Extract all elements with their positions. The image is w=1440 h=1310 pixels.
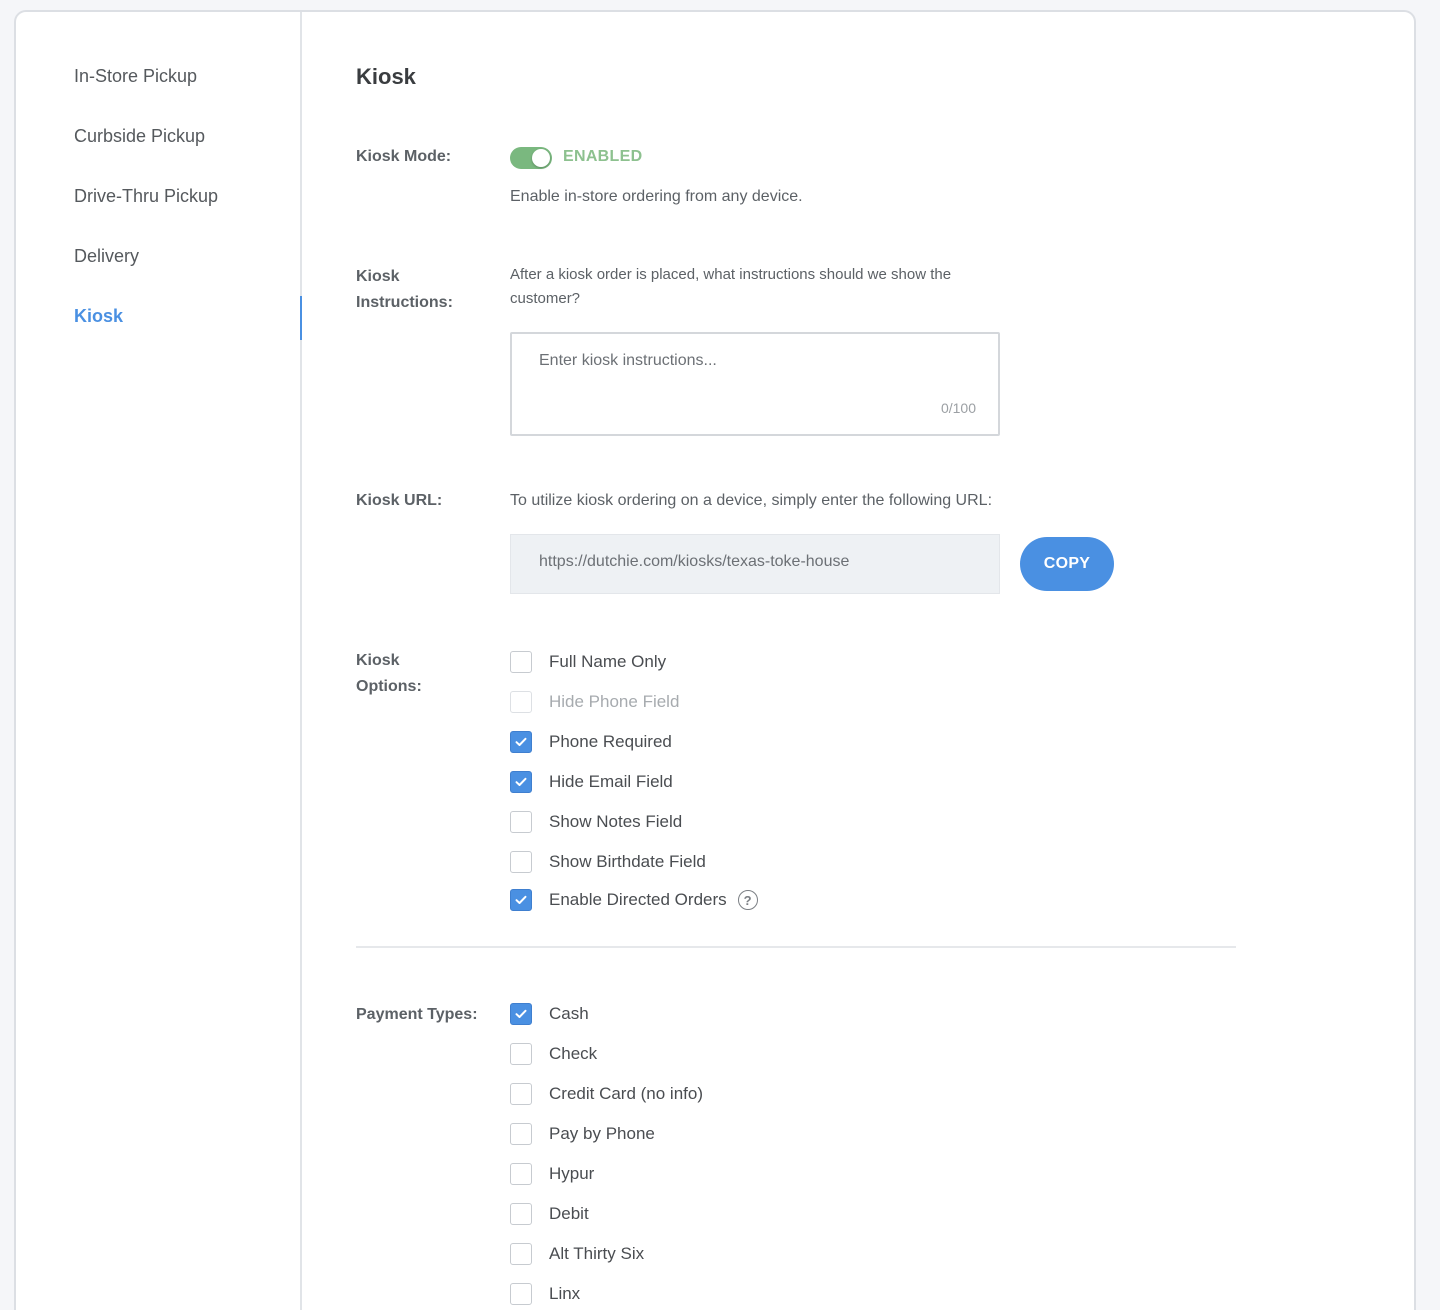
checkbox[interactable] — [510, 1203, 532, 1225]
checkbox[interactable] — [510, 811, 532, 833]
kiosk-instructions-label: Kiosk Instructions: — [356, 264, 453, 316]
kiosk-instructions-help: After a kiosk order is placed, what inst… — [510, 266, 952, 307]
kiosk-option-label: Show Birthdate Field — [549, 852, 706, 871]
toggle-knob — [532, 149, 550, 167]
kiosk-url-field[interactable] — [539, 553, 979, 571]
payment-type-check[interactable]: Check — [510, 1042, 597, 1066]
payment-type-label: Cash — [549, 1004, 589, 1023]
checkmark-icon — [515, 777, 527, 786]
kiosk-option-full-name-only[interactable]: Full Name Only — [510, 650, 666, 674]
kiosk-instructions-label-line2: Instructions: — [356, 294, 453, 311]
checkbox[interactable] — [510, 1043, 532, 1065]
payment-type-label: Pay by Phone — [549, 1124, 655, 1143]
kiosk-instructions-char-count: 0/100 — [940, 400, 976, 416]
sidebar-item-in-store-pickup[interactable]: In-Store Pickup — [74, 66, 197, 87]
kiosk-mode-description: Enable in-store ordering from any device… — [510, 188, 803, 205]
kiosk-option-label: Full Name Only — [549, 652, 667, 671]
kiosk-instructions-label-line1: Kiosk — [356, 268, 400, 285]
section-divider — [356, 946, 1236, 948]
checkbox[interactable] — [510, 851, 532, 873]
sidebar-item-delivery[interactable]: Delivery — [74, 246, 139, 267]
payment-type-alt-thirty-six[interactable]: Alt Thirty Six — [510, 1242, 644, 1266]
payment-type-debit[interactable]: Debit — [510, 1202, 589, 1226]
kiosk-option-label: Hide Phone Field — [549, 692, 680, 711]
checkbox[interactable] — [510, 1243, 532, 1265]
payment-type-credit-card[interactable]: Credit Card (no info) — [510, 1082, 703, 1106]
payment-type-label: Linx — [549, 1284, 581, 1303]
checkmark-icon — [515, 1009, 527, 1018]
payment-type-label: Hypur — [549, 1164, 595, 1183]
checkbox[interactable] — [510, 1283, 532, 1305]
kiosk-mode-toggle[interactable] — [510, 147, 552, 169]
kiosk-option-enable-directed-orders[interactable]: Enable Directed Orders ? — [510, 888, 758, 912]
kiosk-option-phone-required[interactable]: Phone Required — [510, 730, 672, 754]
question-mark-icon[interactable]: ? — [737, 890, 758, 910]
settings-sidebar: In-Store Pickup Curbside Pickup Drive-Th… — [16, 12, 302, 1310]
sidebar-item-kiosk[interactable]: Kiosk — [74, 306, 123, 327]
checkbox[interactable] — [510, 651, 532, 673]
kiosk-url-help: To utilize kiosk ordering on a device, s… — [510, 492, 993, 509]
kiosk-option-label: Enable Directed Orders — [549, 890, 727, 909]
payment-type-pay-by-phone[interactable]: Pay by Phone — [510, 1122, 655, 1146]
checkbox[interactable] — [510, 771, 532, 793]
kiosk-option-show-birthdate-field[interactable]: Show Birthdate Field — [510, 850, 706, 874]
main-content: Kiosk Kiosk Mode: ENABLED Enable in-stor… — [302, 12, 1414, 1310]
kiosk-option-label: Hide Email Field — [549, 772, 673, 791]
checkmark-icon — [515, 895, 527, 904]
kiosk-instructions-textarea-box: 0/100 — [510, 332, 1000, 436]
kiosk-instructions-input[interactable] — [539, 352, 969, 402]
checkbox[interactable] — [510, 889, 532, 911]
checkbox[interactable] — [510, 1003, 532, 1025]
checkmark-icon — [515, 737, 527, 746]
kiosk-option-label: Show Notes Field — [549, 812, 683, 831]
payment-type-label: Debit — [549, 1204, 589, 1223]
kiosk-url-field-box — [510, 534, 1000, 594]
sidebar-item-drive-thru-pickup[interactable]: Drive-Thru Pickup — [74, 186, 218, 207]
kiosk-url-label: Kiosk URL: — [356, 492, 443, 509]
payment-type-label: Credit Card (no info) — [549, 1084, 704, 1103]
sidebar-item-curbside-pickup[interactable]: Curbside Pickup — [74, 126, 205, 147]
settings-card: In-Store Pickup Curbside Pickup Drive-Th… — [14, 10, 1416, 1310]
page-title: Kiosk — [356, 64, 416, 89]
kiosk-option-show-notes-field[interactable]: Show Notes Field — [510, 810, 682, 834]
kiosk-option-hide-phone-field: Hide Phone Field — [510, 690, 679, 714]
copy-url-button[interactable]: COPY — [1020, 537, 1114, 591]
checkbox[interactable] — [510, 1083, 532, 1105]
checkbox — [510, 691, 532, 713]
kiosk-options-label-line2: Options: — [356, 678, 422, 695]
kiosk-mode-label: Kiosk Mode: — [356, 148, 452, 165]
payment-type-label: Check — [549, 1044, 598, 1063]
payment-types-label: Payment Types: — [356, 1006, 478, 1023]
checkbox[interactable] — [510, 1123, 532, 1145]
kiosk-option-hide-email-field[interactable]: Hide Email Field — [510, 770, 673, 794]
checkbox[interactable] — [510, 1163, 532, 1185]
kiosk-mode-status: ENABLED — [563, 148, 643, 165]
payment-type-hypur[interactable]: Hypur — [510, 1162, 594, 1186]
checkbox[interactable] — [510, 731, 532, 753]
payment-type-linx[interactable]: Linx — [510, 1282, 580, 1306]
payment-type-label: Alt Thirty Six — [549, 1244, 645, 1263]
payment-type-cash[interactable]: Cash — [510, 1002, 589, 1026]
kiosk-options-label-line1: Kiosk — [356, 652, 400, 669]
kiosk-option-label: Phone Required — [549, 732, 672, 751]
kiosk-options-label: Kiosk Options: — [356, 648, 422, 700]
